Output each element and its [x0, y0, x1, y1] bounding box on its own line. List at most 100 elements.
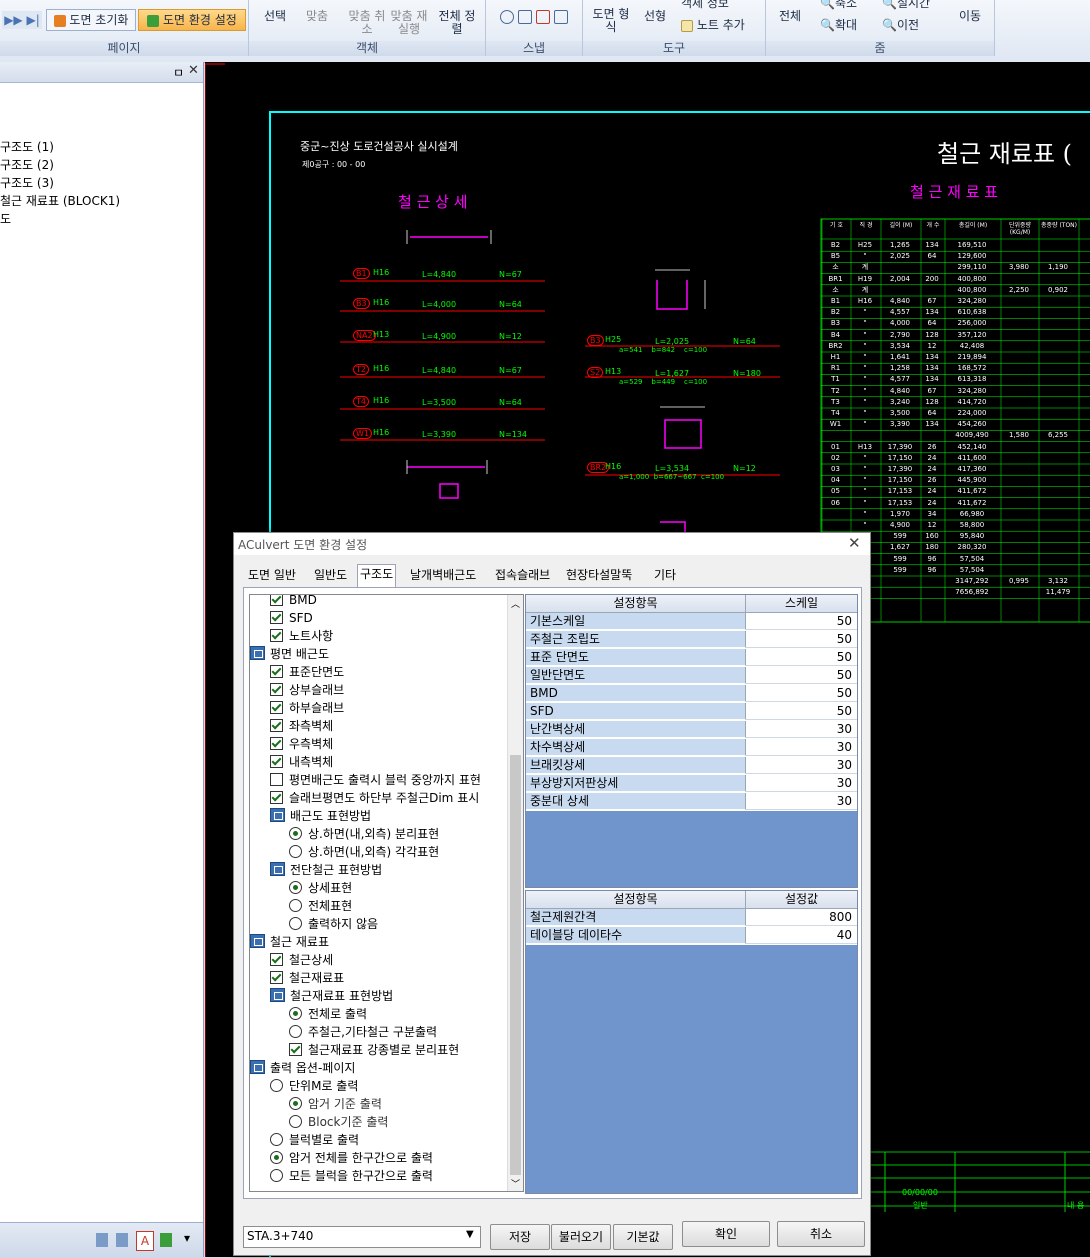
option-tree-row[interactable]: SFD: [270, 609, 313, 627]
radio-icon[interactable]: [289, 1007, 302, 1020]
checkbox-icon[interactable]: [270, 683, 283, 696]
checkbox-icon[interactable]: [270, 611, 283, 624]
default-button[interactable]: 기본값: [613, 1224, 673, 1250]
toolbar-icon-2[interactable]: [116, 1233, 128, 1247]
add-note-button[interactable]: 노트 추가: [681, 19, 765, 32]
tree-item[interactable]: 구조도 (1): [0, 138, 54, 155]
option-tree-row[interactable]: 주철근,기타철근 구분출력: [289, 1023, 437, 1041]
select-button[interactable]: 선택: [255, 10, 295, 23]
ok-button[interactable]: 확인: [682, 1221, 770, 1247]
option-tree-row[interactable]: 단위M로 출력: [270, 1077, 358, 1095]
scale-item-value[interactable]: 50: [746, 613, 857, 630]
checkbox-icon[interactable]: [270, 953, 283, 966]
radio-icon[interactable]: [289, 881, 302, 894]
radio-icon[interactable]: [289, 1025, 302, 1038]
scale-item-value[interactable]: 50: [746, 631, 857, 648]
option-tree-row[interactable]: 철근상세: [270, 951, 333, 969]
snap-center-icon[interactable]: [500, 10, 515, 24]
tree-item[interactable]: 도: [0, 210, 11, 227]
object-info-button[interactable]: 객체 정보: [681, 0, 765, 10]
option-tree-row[interactable]: BMD: [270, 595, 317, 609]
pdf-icon[interactable]: A: [136, 1231, 154, 1251]
option-tree-row[interactable]: 전체표현: [289, 897, 352, 915]
scale-item-value[interactable]: 50: [746, 685, 857, 702]
dialog-titlebar[interactable]: ACulvert 도면 환경 설정 ✕: [234, 533, 870, 555]
scale-item-value[interactable]: 30: [746, 793, 857, 810]
radio-icon[interactable]: [289, 917, 302, 930]
zoom-all-button[interactable]: 전체: [772, 10, 808, 23]
checkbox-icon[interactable]: [270, 773, 283, 786]
option-tree-row[interactable]: 철근재료표: [270, 969, 344, 987]
drawing-form-button[interactable]: 도면 형식: [589, 8, 633, 34]
tab-4[interactable]: 접속슬래브: [493, 566, 552, 584]
option-tree-row[interactable]: Block기준 출력: [289, 1113, 388, 1131]
snap-line-icon[interactable]: [553, 10, 568, 24]
scale-item-value[interactable]: 30: [746, 775, 857, 792]
checkbox-icon[interactable]: [270, 665, 283, 678]
tab-5[interactable]: 현장타설말뚝: [564, 566, 634, 584]
snap-end-icon[interactable]: [518, 10, 533, 24]
scale-item-value[interactable]: 30: [746, 721, 857, 738]
tab-1[interactable]: 일반도: [312, 566, 349, 584]
option-tree-row[interactable]: 철근재료표 강종별로 분리표현: [289, 1041, 459, 1059]
last-page-icon[interactable]: ▶|: [27, 13, 40, 27]
radio-icon[interactable]: [289, 899, 302, 912]
zoom-in-button[interactable]: 🔍확대: [820, 19, 880, 32]
drawing-env-button[interactable]: 도면 환경 설정: [138, 9, 246, 31]
checkbox-icon[interactable]: [270, 791, 283, 804]
checkbox-icon[interactable]: [270, 719, 283, 732]
option-tree-row[interactable]: 출력하지 않음: [289, 915, 378, 933]
tree-item[interactable]: 구조도 (3): [0, 174, 54, 191]
zoom-prev-button[interactable]: 🔍이전: [882, 19, 946, 32]
station-select[interactable]: STA.3+740 ▼: [243, 1226, 481, 1248]
tree-item[interactable]: 철근 재료표 (BLOCK1): [0, 192, 120, 209]
value-grid[interactable]: 설정항목 설정값 철근제원간격 800 테이블당 데이타수 40: [525, 890, 858, 1194]
radio-icon[interactable]: [270, 1151, 283, 1164]
pan-button[interactable]: 이동: [952, 10, 988, 23]
chevron-down-icon[interactable]: ▼: [466, 1229, 474, 1240]
option-tree-scrollbar[interactable]: ︿ ﹀: [507, 595, 523, 1191]
option-tree-row[interactable]: 좌측벽체: [270, 717, 333, 735]
scale-grid[interactable]: 설정항목 스케일 기본스케일 50 주철근 조립도 50 표준 단면도 50 일반단면도 50…: [525, 594, 858, 888]
option-tree-row[interactable]: 상.하면(내,외측) 분리표현: [289, 825, 439, 843]
fit-rerun-button[interactable]: 맞춤 재실행: [387, 10, 431, 36]
scroll-down-icon[interactable]: ﹀: [511, 1177, 520, 1190]
toolbar-icon-4[interactable]: [160, 1233, 172, 1247]
radio-icon[interactable]: [270, 1079, 283, 1092]
option-tree-row[interactable]: 암거 기준 출력: [289, 1095, 382, 1113]
tab-2[interactable]: 구조도: [357, 564, 397, 587]
option-tree-row[interactable]: 모든 블럭을 한구간으로 출력: [270, 1167, 433, 1185]
radio-icon[interactable]: [270, 1133, 283, 1146]
setting-item-value[interactable]: 800: [746, 909, 857, 926]
radio-icon[interactable]: [289, 1097, 302, 1110]
setting-item-value[interactable]: 40: [746, 927, 857, 944]
scale-item-value[interactable]: 30: [746, 739, 857, 756]
option-tree[interactable]: BMD SFD 노트사항 평면 배근도 표준단면도 상부슬래브 하부슬래브 좌측벽체 우측벽체 내…: [249, 594, 524, 1192]
option-tree-row[interactable]: 하부슬래브: [270, 699, 344, 717]
snap-mid-icon[interactable]: [535, 10, 550, 24]
tab-3[interactable]: 날개벽배근도: [408, 566, 478, 584]
scale-item-value[interactable]: 50: [746, 649, 857, 666]
option-tree-row[interactable]: 슬래브평면도 하단부 주철근Dim 표시: [270, 789, 479, 807]
checkbox-icon[interactable]: [270, 755, 283, 768]
checkbox-icon[interactable]: [289, 1043, 302, 1056]
cancel-button[interactable]: 취소: [777, 1221, 865, 1247]
fit-cancel-button[interactable]: 맞춤 취소: [345, 10, 389, 36]
checkbox-icon[interactable]: [270, 701, 283, 714]
scale-item-value[interactable]: 50: [746, 703, 857, 720]
drawing-init-button[interactable]: 도면 초기화: [46, 9, 136, 31]
option-tree-row[interactable]: 상세표현: [289, 879, 352, 897]
zoom-out-button[interactable]: 🔍축소: [820, 0, 880, 10]
dialog-close-icon[interactable]: ✕: [848, 534, 861, 552]
option-tree-row[interactable]: 출력 옵션-페이지: [250, 1059, 355, 1077]
checkbox-icon[interactable]: [270, 595, 283, 606]
option-tree-row[interactable]: 노트사항: [270, 627, 333, 645]
checkbox-icon[interactable]: [270, 629, 283, 642]
option-tree-row[interactable]: 평면배근도 출력시 블럭 중앙까지 표현: [270, 771, 481, 789]
next-page-icon[interactable]: ▶▶: [4, 13, 22, 27]
tree-item[interactable]: 구조도 (2): [0, 156, 54, 173]
arrange-all-button[interactable]: 전체 정렬: [437, 10, 477, 36]
radio-icon[interactable]: [270, 1169, 283, 1182]
save-button[interactable]: 저장: [490, 1224, 550, 1250]
option-tree-row[interactable]: 표준단면도: [270, 663, 344, 681]
